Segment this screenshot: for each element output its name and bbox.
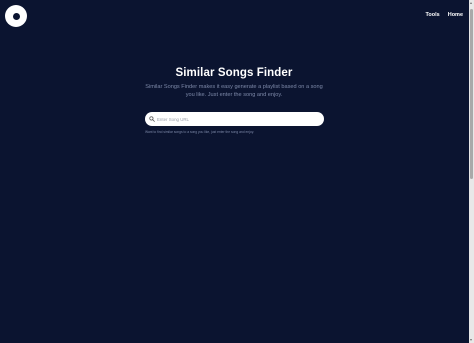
page-subtitle: Similar Songs Finder makes it easy gener… bbox=[145, 84, 323, 98]
top-nav: Tools Home bbox=[425, 12, 463, 18]
song-url-input[interactable] bbox=[155, 114, 317, 124]
vinyl-record-icon bbox=[12, 12, 20, 20]
page-scrollbar[interactable] bbox=[469, 0, 474, 343]
nav-home-link[interactable]: Home bbox=[448, 12, 463, 18]
search-help-text: Want to find similar songs to a song you… bbox=[145, 130, 255, 134]
scroll-down-arrow-icon[interactable] bbox=[470, 339, 472, 341]
nav-tools-link[interactable]: Tools bbox=[425, 12, 439, 18]
scroll-up-arrow-icon[interactable] bbox=[470, 2, 472, 4]
page: Tools Home Similar Songs Finder Similar … bbox=[0, 0, 474, 343]
page-title: Similar Songs Finder bbox=[175, 67, 293, 79]
scrollbar-thumb[interactable] bbox=[470, 9, 473, 179]
logo[interactable] bbox=[5, 5, 27, 27]
search-bar[interactable] bbox=[145, 112, 324, 126]
